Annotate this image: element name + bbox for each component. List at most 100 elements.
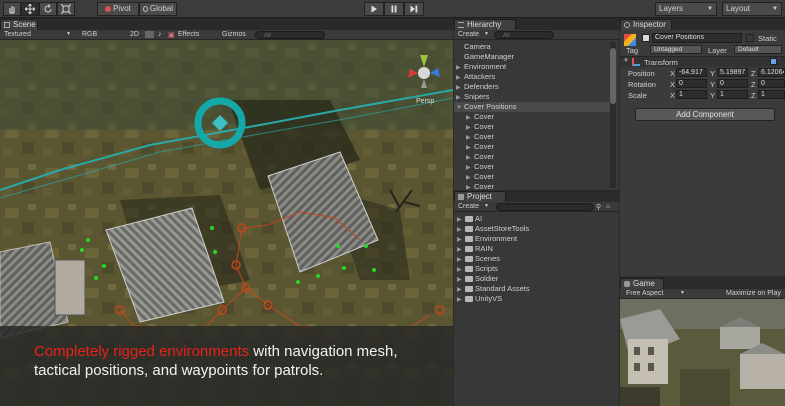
transform-header[interactable]: ▼ Transform [620, 56, 785, 67]
rotate-tool-button[interactable] [39, 2, 57, 16]
scene-icon [4, 22, 10, 28]
scale-x-field[interactable]: 1 [676, 90, 707, 99]
lighting-toggle[interactable] [145, 31, 154, 38]
rotation-x-field[interactable]: 0 [676, 79, 707, 88]
audio-icon[interactable]: ♪ [158, 31, 162, 38]
hierarchy-create-dropdown[interactable]: Create [458, 31, 479, 38]
scene-search-input[interactable]: All [255, 31, 325, 39]
game-object-cube-icon [624, 34, 636, 46]
rotation-z-field[interactable]: 0 [758, 79, 785, 88]
hierarchy-item[interactable]: ▶ Attackers [454, 72, 495, 82]
project-folder-label: RAIN [475, 244, 493, 253]
cover-point[interactable] [86, 238, 90, 242]
gizmos-dropdown[interactable]: Gizmos [222, 31, 246, 38]
project-folder-item[interactable]: ▶ Soldier [454, 274, 498, 284]
project-create-dropdown[interactable]: Create [458, 203, 479, 210]
render-mode-dropdown[interactable]: RGB [82, 31, 97, 38]
play-icon [371, 5, 377, 13]
active-checkbox[interactable] [642, 34, 650, 42]
globe-icon [143, 6, 148, 12]
tab-hierarchy[interactable]: Hierarchy [454, 19, 516, 30]
expand-arrow-right-icon[interactable]: ▶ [466, 183, 474, 190]
project-folder-item[interactable]: ▶ Standard Assets [454, 284, 530, 294]
tab-inspector[interactable]: Inspector [620, 19, 672, 30]
hierarchy-item[interactable]: ▼ Cover Positions [454, 102, 610, 112]
feature-caption: Completely rigged environments with navi… [0, 326, 453, 406]
hierarchy-item[interactable]: ▶ Cover [454, 112, 494, 122]
effects-dropdown[interactable]: Effects [178, 31, 199, 38]
add-component-button[interactable]: Add Component [635, 108, 775, 121]
project-folder-item[interactable]: ▶ AssetStoreTools [454, 224, 529, 234]
component-settings-icon[interactable] [770, 58, 777, 65]
tag-dropdown[interactable]: Untagged [650, 45, 702, 54]
cover-point[interactable] [94, 276, 98, 280]
maximize-on-play-toggle[interactable]: Maximize on Play [726, 290, 781, 297]
hierarchy-item[interactable]: ▶ Cover [454, 172, 494, 182]
cover-point[interactable] [80, 248, 84, 252]
object-name-field[interactable]: Cover Positions [652, 33, 742, 43]
layers-dropdown[interactable]: Layers ▼ [655, 2, 717, 16]
project-folder-item[interactable]: ▶ RAIN [454, 244, 493, 254]
pivot-toggle[interactable]: Pivot [97, 2, 139, 16]
hierarchy-item[interactable]: ▶ Cover [454, 182, 494, 190]
project-folder-item[interactable]: ▶ AI [454, 214, 482, 224]
step-button[interactable] [404, 2, 424, 16]
hand-tool-button[interactable] [3, 2, 21, 16]
hierarchy-item[interactable]: ▶ Cover [454, 122, 494, 132]
game-viewport[interactable] [620, 299, 785, 406]
2d-toggle[interactable]: 2D [130, 31, 139, 38]
scale-tool-button[interactable] [57, 2, 75, 16]
expand-arrow-right-icon[interactable]: ▶ [457, 295, 465, 305]
cover-point[interactable] [372, 268, 376, 272]
project-search-input[interactable] [496, 203, 594, 211]
rotation-y-field[interactable]: 0 [717, 79, 748, 88]
hierarchy-item[interactable]: ▶ Cover [454, 152, 494, 162]
play-button[interactable] [364, 2, 384, 16]
cover-point[interactable] [213, 250, 217, 254]
static-checkbox[interactable] [746, 34, 754, 42]
layout-dropdown[interactable]: Layout ▼ [722, 2, 782, 16]
hierarchy-search-input[interactable]: All [494, 31, 554, 39]
project-folder-item[interactable]: ▶ Scripts [454, 264, 498, 274]
filter-by-label-icon[interactable]: ⌂ [606, 203, 610, 210]
project-folder-item[interactable]: ▶ UnityVS [454, 294, 502, 304]
scale-y-field[interactable]: 1 [717, 90, 748, 99]
hierarchy-item[interactable]: ▶ Environment [454, 62, 506, 72]
hierarchy-item[interactable]: ▶ Snipers [454, 92, 489, 102]
scale-z-field[interactable]: 1 [758, 90, 785, 99]
cover-point[interactable] [102, 264, 106, 268]
project-folder-item[interactable]: ▶ Environment [454, 234, 517, 244]
position-y-field[interactable]: 5.19897 [717, 68, 748, 77]
tab-project[interactable]: Project [454, 191, 506, 202]
aspect-dropdown[interactable]: Free Aspect [626, 290, 663, 297]
project-folder-item[interactable]: ▶ Scenes [454, 254, 500, 264]
hierarchy-item[interactable]: Camera [454, 42, 491, 52]
hierarchy-item[interactable]: ▶ Cover [454, 162, 494, 172]
hierarchy-item[interactable]: ▶ Defenders [454, 82, 499, 92]
layer-dropdown[interactable]: Default [734, 45, 782, 54]
tab-scene[interactable]: Scene [0, 19, 38, 30]
cover-point[interactable] [342, 266, 346, 270]
hierarchy-item[interactable]: GameManager [454, 52, 514, 62]
position-x-field[interactable]: -64.917 [676, 68, 707, 77]
info-icon [624, 22, 630, 28]
hierarchy-item[interactable]: ▶ Cover [454, 132, 494, 142]
move-tool-button[interactable] [21, 2, 39, 16]
cover-point[interactable] [210, 226, 214, 230]
position-z-field[interactable]: 6.12064 [758, 68, 785, 77]
axis-z-label: Z [751, 91, 756, 100]
cover-point[interactable] [316, 274, 320, 278]
cover-point[interactable] [364, 244, 368, 248]
image-icon[interactable]: ▣ [168, 31, 175, 39]
cover-point[interactable] [336, 244, 340, 248]
global-toggle[interactable]: Global [139, 2, 177, 16]
hierarchy-scrollbar[interactable] [610, 42, 616, 188]
project-toolbar: Create ▼ ⚲ ⌂ [454, 202, 619, 212]
cover-point[interactable] [296, 280, 300, 284]
filter-by-type-icon[interactable]: ⚲ [596, 203, 601, 211]
hierarchy-item[interactable]: ▶ Cover [454, 142, 494, 152]
scrollbar-thumb[interactable] [610, 48, 616, 104]
shading-mode-dropdown[interactable]: Textured [4, 31, 31, 38]
tab-game[interactable]: Game [620, 278, 664, 289]
pause-button[interactable] [384, 2, 404, 16]
